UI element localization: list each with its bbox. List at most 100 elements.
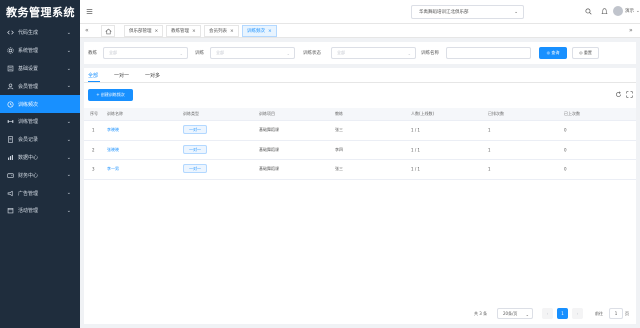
sidebar-item-label: 财务中心 <box>18 172 39 179</box>
menu-icon[interactable] <box>86 8 93 15</box>
page-jump-input[interactable]: 1 <box>609 308 623 319</box>
chevron-down-icon: ⌄ <box>66 154 71 161</box>
close-icon[interactable]: × <box>230 29 234 34</box>
page-suffix-label: 页 <box>625 311 629 316</box>
cell-coach-wrap: 李四 <box>335 147 343 153</box>
tab-1[interactable]: 教练管理 × <box>166 25 201 37</box>
sidebar-item-2[interactable]: 基础设置 ⌄ <box>0 60 80 78</box>
prev-page-button[interactable]: ‹ <box>542 308 553 319</box>
search-icon[interactable] <box>585 8 592 15</box>
training-name-input[interactable] <box>446 47 531 59</box>
table-row: 1 李晓晓 一对一 基础舞蹈课 张三 1 / 1 1 0 <box>84 121 636 141</box>
sidebar-item-0[interactable]: 代码生成 ⌄ <box>0 24 80 42</box>
cell-project-wrap: 基础舞蹈课 <box>259 166 279 172</box>
dumbbell-icon <box>6 118 14 126</box>
chevron-down-icon: ⌄ <box>66 83 71 90</box>
close-icon[interactable]: × <box>268 29 272 34</box>
chevron-down-icon: ⌄ <box>66 190 71 197</box>
cell-type-wrap: 一对一 <box>183 164 207 174</box>
cell-scheduled: 1 <box>488 127 491 133</box>
sidebar-item-label: 会员管理 <box>18 83 39 90</box>
name-label: 训练名称 <box>421 51 439 56</box>
subtab-one-to-many[interactable]: 一对多 <box>145 72 160 79</box>
school-select-value: 华禹舞蹈培训江北俱乐部 <box>419 10 469 15</box>
cell-count-wrap: 1 / 1 <box>411 167 420 172</box>
page-number-current[interactable]: 1 <box>557 308 568 319</box>
create-training-button[interactable]: + 创建训练频次 <box>88 89 133 101</box>
subtab-all[interactable]: 全部 <box>88 72 98 79</box>
tab-2[interactable]: 会员列表 × <box>204 25 239 37</box>
sidebar-item-1[interactable]: 系统管理 ⌄ <box>0 42 80 60</box>
chevron-down-icon: ⌄ <box>66 47 71 54</box>
cell-name[interactable]: 李一男 <box>107 166 119 171</box>
chevron-down-icon: ⌄ <box>636 8 640 14</box>
training-select-placeholder: 全部 <box>216 50 224 55</box>
sidebar-item-4[interactable]: 训练频次 <box>0 95 80 113</box>
chevron-down-icon: ⌄ <box>514 10 518 15</box>
subtab-divider <box>84 82 636 83</box>
filter-form: 教练 全部 ⌄ 训练 全部 ⌄ 训练状态 全部 ⌄ 训练名称 ◎ 查询 ◎ 重置 <box>84 42 636 64</box>
cell-type: 一对一 <box>183 144 207 154</box>
cell-name[interactable]: 李晓晓 <box>107 127 119 132</box>
cell-no-wrap: 1 <box>92 128 95 133</box>
training-table: 序号 训练名称 训练类型 训练项目 教练 人数(上线数) 已排次数 已上次数 1… <box>84 108 636 180</box>
close-icon[interactable]: × <box>155 29 159 34</box>
cell-type: 一对一 <box>183 164 207 174</box>
next-page-button[interactable]: › <box>572 308 583 319</box>
record-icon <box>6 136 14 144</box>
page-size-select[interactable]: 20条/页 ⌄ <box>497 308 533 319</box>
refresh-icon[interactable] <box>615 91 622 98</box>
cell-scheduled: 1 <box>488 166 491 172</box>
cell-scheduled-wrap: 1 <box>488 147 491 152</box>
sidebar-item-label: 训练管理 <box>18 119 39 126</box>
home-tab[interactable] <box>101 25 115 37</box>
header-project: 训练项目 <box>259 111 275 116</box>
cell-project: 基础舞蹈课 <box>259 146 279 152</box>
user-menu[interactable]: 演示 ⌄ <box>613 6 640 16</box>
chevron-down-icon: ⌄ <box>525 312 529 317</box>
chevron-down-icon: ⌄ <box>66 207 71 214</box>
cell-coach: 李四 <box>335 146 343 152</box>
tabs-next-icon[interactable]: » <box>629 27 633 34</box>
cell-attended: 0 <box>564 147 567 153</box>
sidebar-item-10[interactable]: 活动管理 ⌄ <box>0 202 80 220</box>
cell-project: 基础舞蹈课 <box>259 166 279 172</box>
tab-0[interactable]: 俱乐部管理 × <box>124 25 164 37</box>
status-select-placeholder: 全部 <box>337 50 345 55</box>
goto-label: 前往 <box>595 311 603 316</box>
sidebar-item-label: 训练频次 <box>18 101 39 108</box>
sidebar-item-3[interactable]: 会员管理 ⌄ <box>0 77 80 95</box>
tab-3[interactable]: 训练频次 × <box>242 25 277 37</box>
sidebar-item-8[interactable]: 财务中心 ⌄ <box>0 166 80 184</box>
sidebar-item-7[interactable]: 数据中心 ⌄ <box>0 149 80 167</box>
coach-select-placeholder: 全部 <box>109 50 117 55</box>
table-header: 序号 训练名称 训练类型 训练项目 教练 人数(上线数) 已排次数 已上次数 <box>84 108 636 121</box>
cell-coach-wrap: 张三 <box>335 166 343 172</box>
subtab-one-to-one[interactable]: 一对一 <box>114 72 129 79</box>
cell-attended-wrap: 0 <box>564 128 567 133</box>
table-row: 3 李一男 一对一 基础舞蹈课 张三 1 / 1 1 0 <box>84 160 636 180</box>
fullscreen-icon[interactable] <box>626 91 633 98</box>
close-icon[interactable]: × <box>192 29 196 34</box>
sidebar-item-5[interactable]: 训练管理 ⌄ <box>0 113 80 131</box>
table-row: 2 张晓晓 一对一 基础舞蹈课 李四 1 / 1 1 0 <box>84 141 636 160</box>
sidebar-item-9[interactable]: 广告管理 ⌄ <box>0 184 80 202</box>
coach-select[interactable]: 全部 ⌄ <box>103 47 188 59</box>
training-select[interactable]: 全部 ⌄ <box>210 47 295 59</box>
header-type: 训练类型 <box>183 111 199 116</box>
status-select[interactable]: 全部 ⌄ <box>331 47 416 59</box>
sidebar-menu: 代码生成 ⌄ 系统管理 ⌄ 基础设置 ⌄ 会员管理 ⌄ 训练频次 训练管理 ⌄ 会员记录 ⌄ 数据中心 ⌄ 财… <box>0 24 80 220</box>
cell-count: 1 / 1 <box>411 147 420 153</box>
reset-button[interactable]: ◎ 重置 <box>572 47 599 59</box>
sidebar-item-6[interactable]: 会员记录 ⌄ <box>0 131 80 149</box>
tabs-prev-icon[interactable]: « <box>85 27 89 34</box>
school-select[interactable]: 华禹舞蹈培训江北俱乐部 ⌄ <box>411 5 524 19</box>
sidebar-item-label: 广告管理 <box>18 190 39 197</box>
cell-scheduled-wrap: 1 <box>488 128 491 133</box>
chevron-down-icon: ⌄ <box>179 51 183 56</box>
cell-name[interactable]: 张晓晓 <box>107 147 119 152</box>
bell-icon[interactable] <box>601 8 608 15</box>
search-button[interactable]: ◎ 查询 <box>539 47 567 59</box>
cell-no: 2 <box>92 147 95 153</box>
tab-label: 训练频次 <box>247 29 265 34</box>
